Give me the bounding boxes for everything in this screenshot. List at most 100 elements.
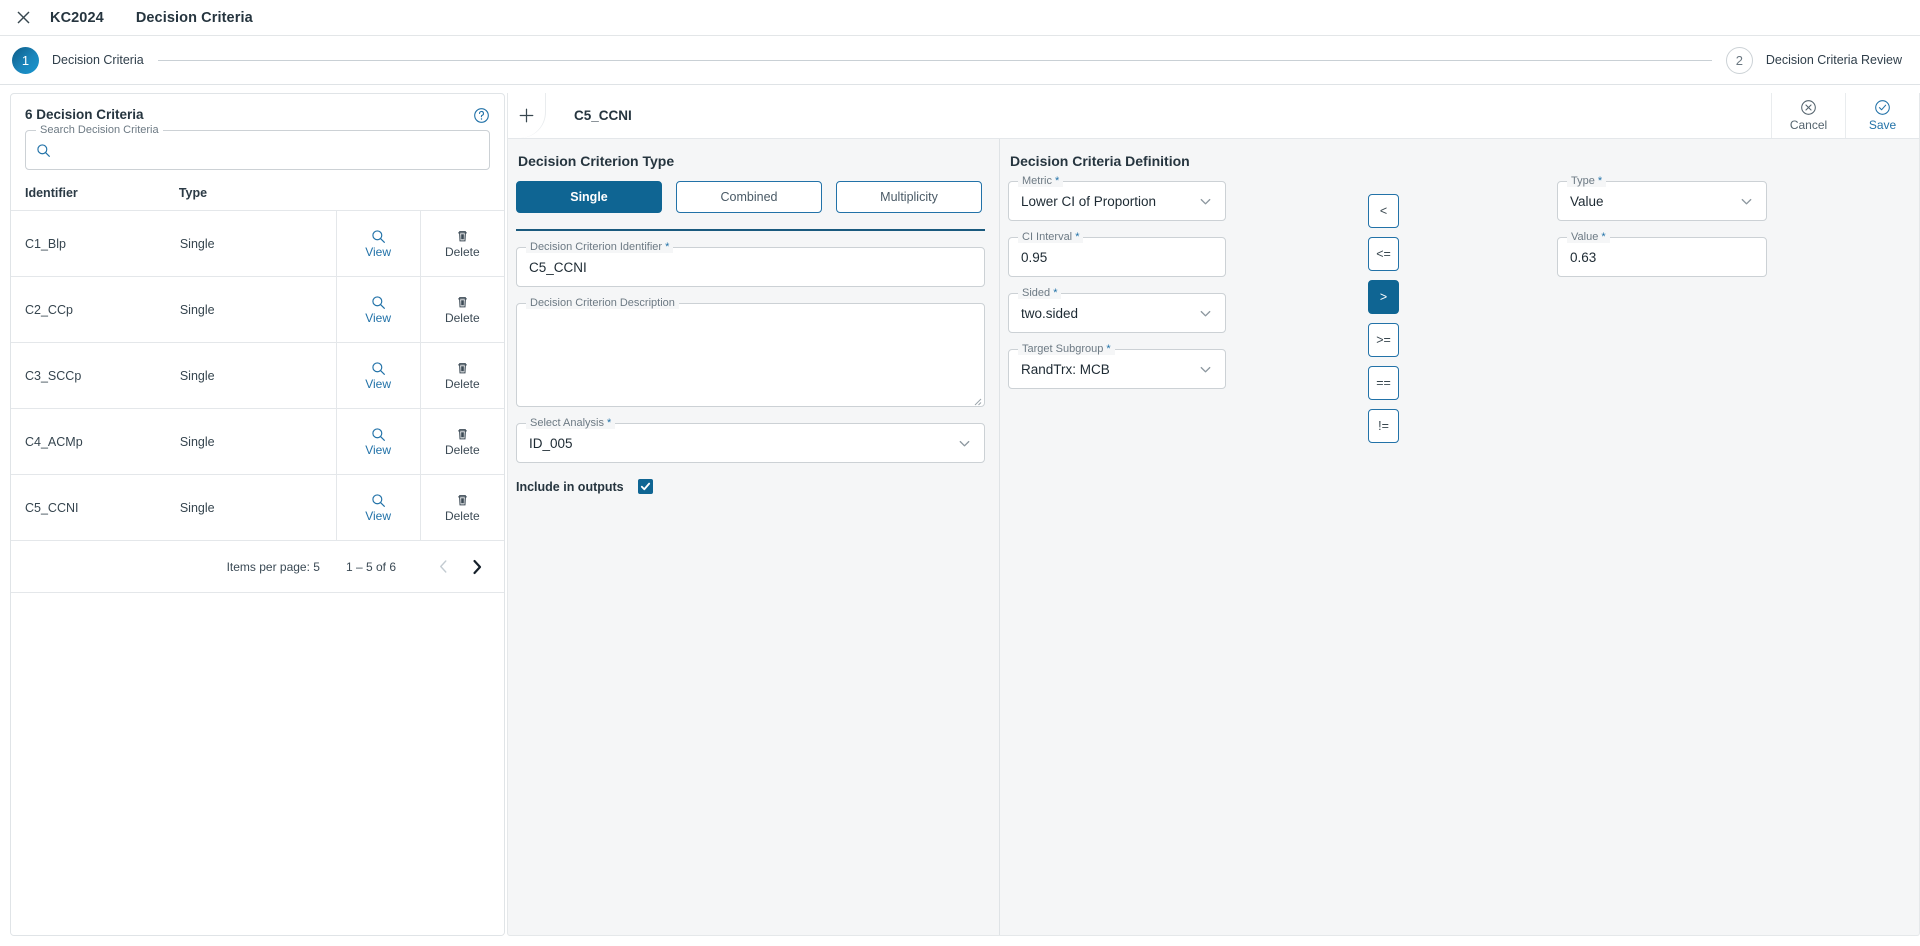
operator-gt[interactable]: > [1368,280,1399,314]
select-analysis-dropdown[interactable]: Select Analysis * ID_005 [516,417,985,463]
value-label: Value * [1567,231,1610,243]
criterion-description-textarea[interactable]: Decision Criterion Description [516,297,985,407]
chevron-left-icon [426,550,460,584]
table-body: C1_Blp Single View Delete C2_CCp Single … [11,210,504,541]
criterion-type-column: Decision Criterion Type Single Combined … [508,139,1000,935]
help-circle-icon[interactable] [473,107,490,124]
metric-label: Metric * [1018,175,1064,187]
search-icon [371,427,385,441]
criterion-type-single[interactable]: Single [516,181,662,213]
include-in-outputs-row: Include in outputs [516,479,985,494]
operator-lt[interactable]: < [1368,194,1399,228]
editor-body: Decision Criterion Type Single Combined … [508,139,1919,935]
save-button[interactable]: Save [1845,93,1919,138]
search-icon [37,143,50,157]
step-2-number: 2 [1725,46,1753,74]
row-view-button[interactable]: View [335,408,421,475]
step-1-number: 1 [12,46,39,74]
table-row[interactable]: C4_ACMp Single View Delete [11,408,504,475]
operator-gte[interactable]: >= [1368,323,1399,357]
definition-left-fields: Metric * Lower CI of Proportion CI Inter… [1008,175,1226,405]
trash-icon [457,296,467,307]
operator-neq[interactable]: != [1368,409,1399,443]
criterion-type-combined[interactable]: Combined [676,181,822,213]
row-view-button[interactable]: View [335,342,421,409]
page-range-label: 1 – 5 of 6 [345,559,396,574]
row-delete-label: Delete [444,244,480,259]
search-icon [371,493,385,507]
target-subgroup-value: RandTrx: MCB [1021,361,1110,377]
chevron-down-icon [1200,366,1211,372]
row-delete-button[interactable]: Delete [419,210,504,277]
search-icon [371,361,385,375]
table-row[interactable]: C5_CCNI Single View Delete [11,474,504,541]
cell-type: Single [178,408,337,475]
chevron-down-icon [959,440,970,446]
criterion-type-toggle-group: Single Combined Multiplicity [516,181,985,213]
save-label: Save [1868,118,1897,132]
type-value: Value [1570,193,1604,209]
table-row[interactable]: C1_Blp Single View Delete [11,210,504,277]
step-decision-criteria[interactable]: 1 Decision Criteria [12,46,144,74]
search-area: Search Decision Criteria [11,124,504,170]
chevron-right-icon[interactable] [460,550,494,584]
items-per-page-label[interactable]: Items per page: 5 [227,560,320,574]
search-icon [371,295,385,309]
row-delete-label: Delete [444,508,480,523]
close-icon[interactable] [10,5,36,31]
row-view-button[interactable]: View [335,276,421,343]
page-title: Decision Criteria [135,9,253,26]
textarea-resize-handle[interactable] [972,394,982,406]
row-delete-button[interactable]: Delete [419,342,504,409]
section-divider [516,229,985,231]
criterion-identifier-label: Decision Criterion Identifier * [526,241,674,253]
plus-icon[interactable] [508,93,546,138]
row-delete-button[interactable]: Delete [419,408,504,475]
ci-interval-input[interactable]: CI Interval * 0.95 [1008,231,1226,277]
sided-label: Sided * [1018,287,1062,299]
step-1-label: Decision Criteria [52,53,144,67]
cell-identifier: C3_SCCp [11,342,179,409]
target-subgroup-dropdown[interactable]: Target Subgroup * RandTrx: MCB [1008,343,1226,389]
editor-title: C5_CCNI [574,108,632,123]
row-delete-button[interactable]: Delete [419,276,504,343]
row-delete-button[interactable]: Delete [419,474,504,541]
criterion-description-field: Decision Criterion Description [516,297,985,407]
step-decision-criteria-review[interactable]: 2 Decision Criteria Review [1725,46,1902,74]
table-row[interactable]: C2_CCp Single View Delete [11,276,504,343]
editor-toolbar: C5_CCNI Cancel Save [508,93,1919,139]
row-delete-label: Delete [444,442,480,457]
search-input[interactable]: Search Decision Criteria [25,124,490,170]
cell-type: Single [178,210,337,277]
chevron-down-icon [1200,310,1211,316]
include-in-outputs-checkbox[interactable] [637,479,653,494]
select-analysis-label: Select Analysis * [526,417,616,429]
row-view-button[interactable]: View [335,474,421,541]
type-label: Type * [1567,175,1607,187]
column-header-view [336,170,421,211]
criterion-type-multiplicity[interactable]: Multiplicity [836,181,982,213]
criterion-editor-panel: C5_CCNI Cancel Save Decision Criterion T… [507,93,1920,936]
column-header-type: Type [178,170,337,211]
table-header-row: Identifier Type [11,170,504,211]
ci-interval-label: CI Interval * [1018,231,1084,243]
stepper-connector [157,59,1712,61]
list-title: 6 Decision Criteria [25,107,144,122]
value-input[interactable]: Value * 0.63 [1557,231,1767,277]
sided-dropdown[interactable]: Sided * two.sided [1008,287,1226,333]
criterion-identifier-field: Decision Criterion Identifier * C5_CCNI [516,241,985,287]
operator-eq[interactable]: == [1368,366,1399,400]
row-view-button[interactable]: View [335,210,421,277]
type-dropdown[interactable]: Type * Value [1557,175,1767,221]
metric-dropdown[interactable]: Metric * Lower CI of Proportion [1008,175,1226,221]
trash-icon [457,428,467,439]
cancel-circle-icon [1801,100,1816,115]
column-header-identifier: Identifier [11,170,179,211]
row-view-label: View [365,442,391,457]
cancel-button[interactable]: Cancel [1771,93,1845,138]
column-header-delete [420,170,504,211]
table-row[interactable]: C3_SCCp Single View Delete [11,342,504,409]
operator-lte[interactable]: <= [1368,237,1399,271]
chevron-down-icon [1200,198,1211,204]
criterion-identifier-input[interactable]: Decision Criterion Identifier * C5_CCNI [516,241,985,287]
